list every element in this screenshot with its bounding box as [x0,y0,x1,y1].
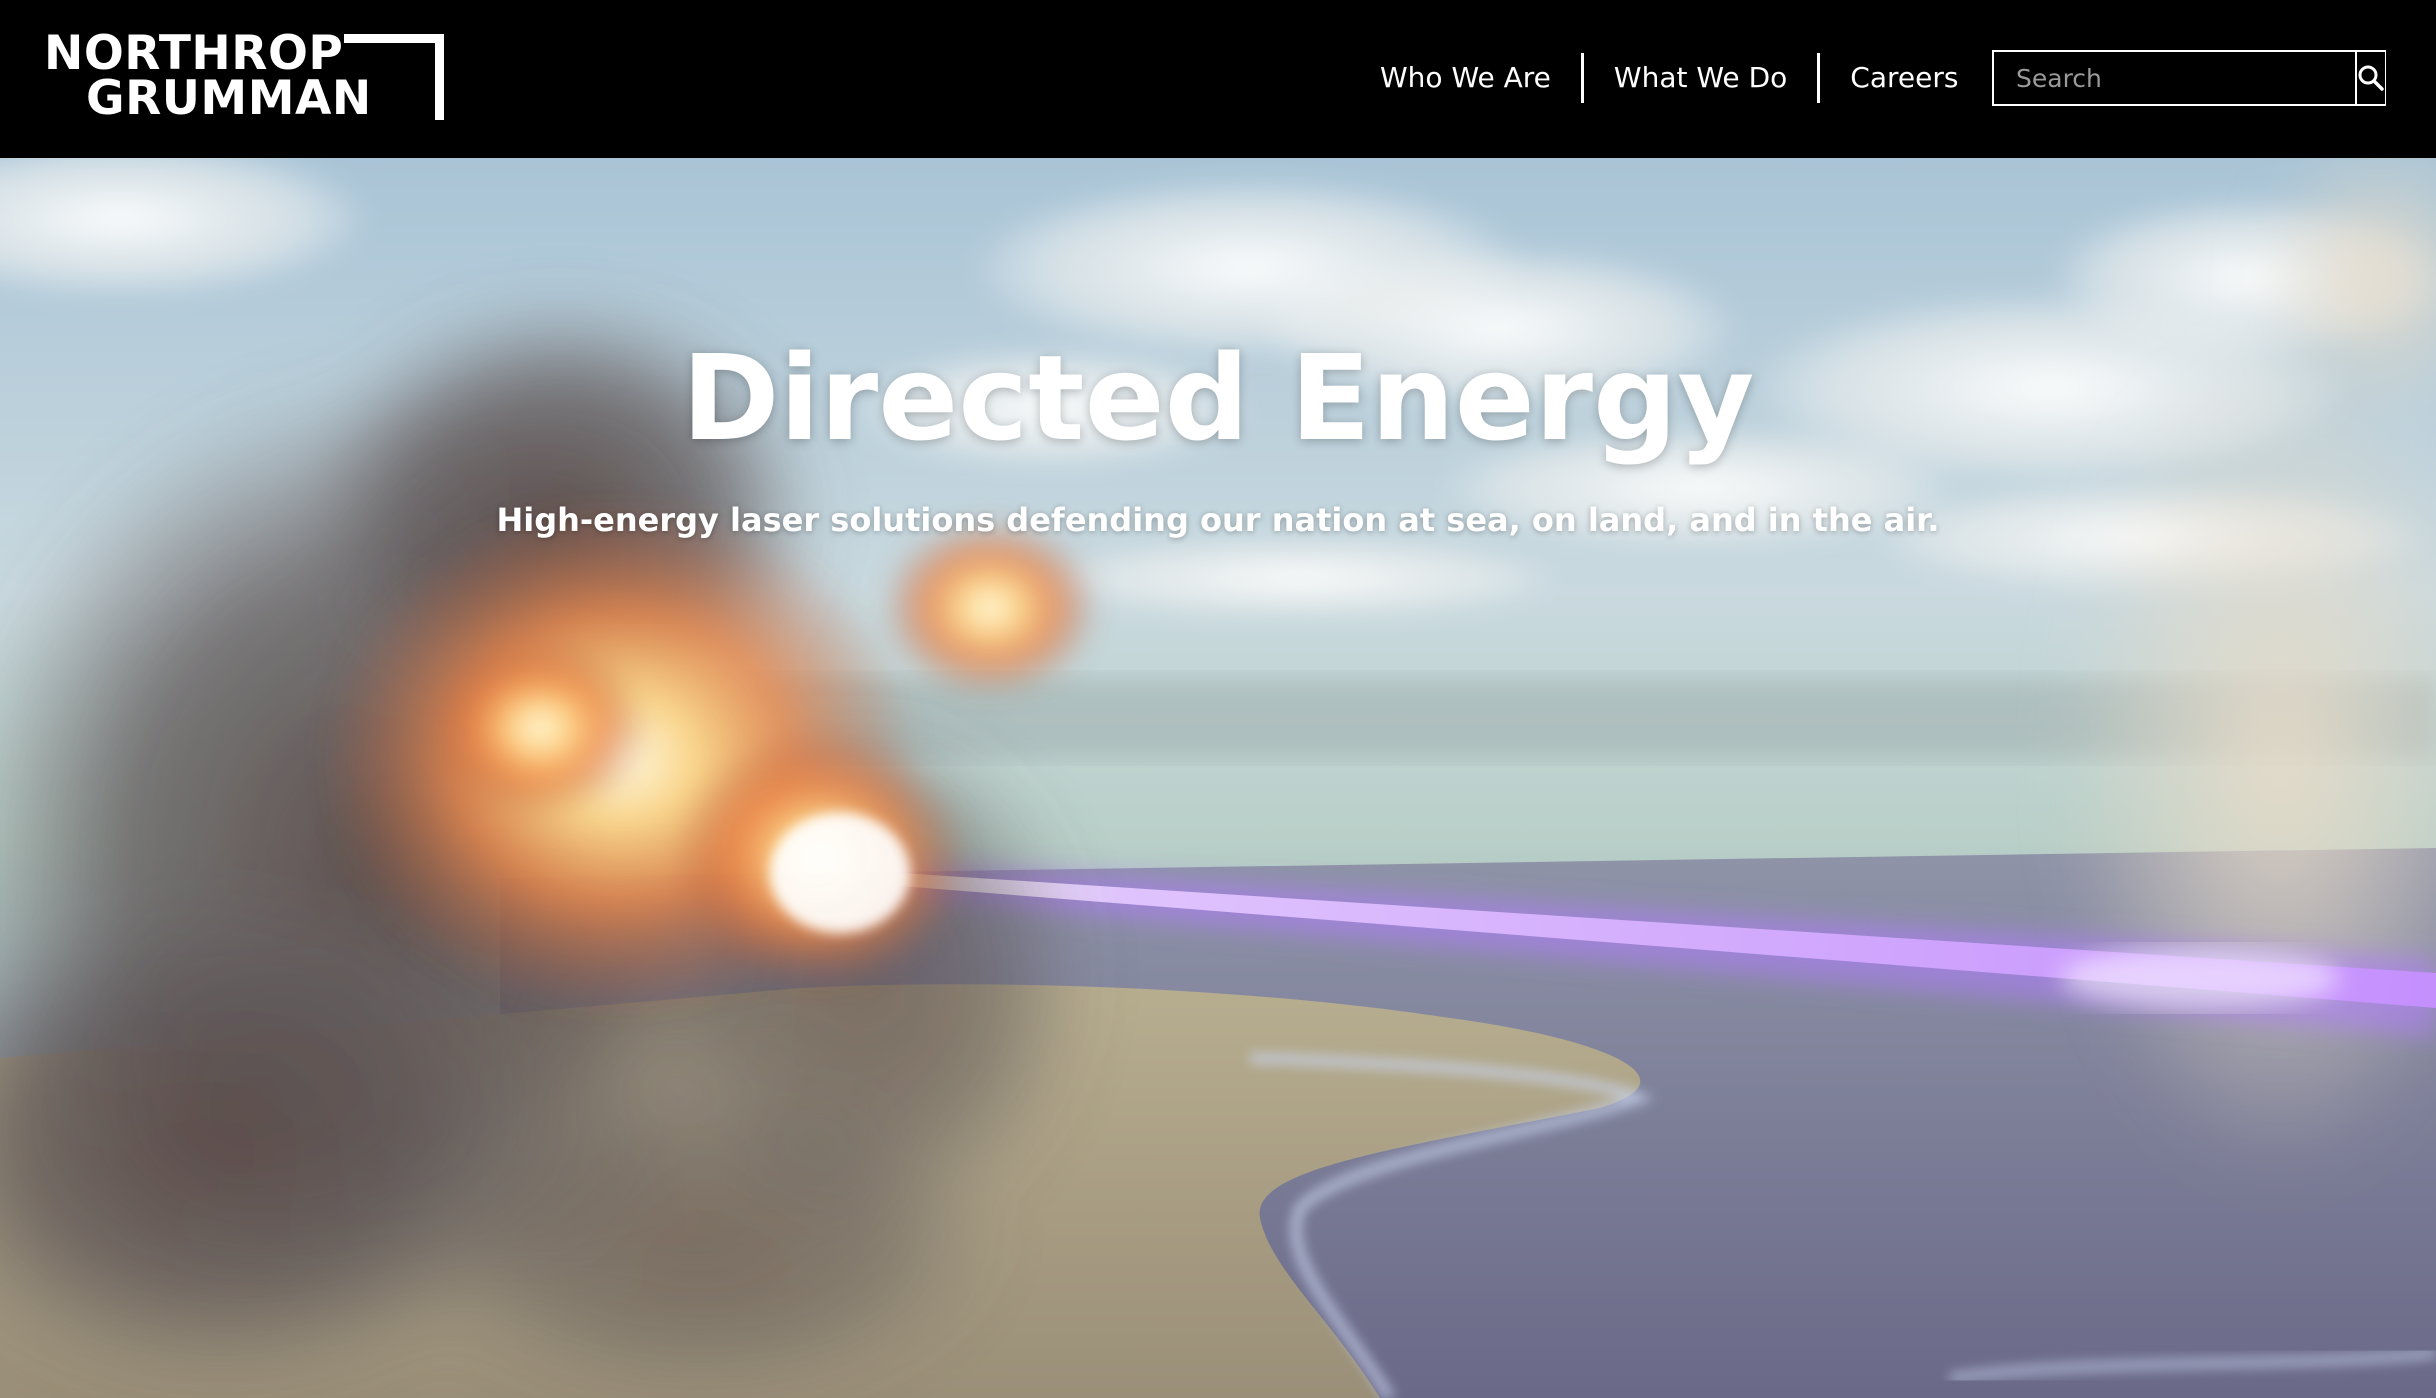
search-input[interactable] [1994,52,2355,104]
hero-banner: Directed Energy High-energy laser soluti… [0,158,2436,1398]
logo-text-line2: GRUMMAN [86,71,372,126]
nav-item-who-we-are[interactable]: Who We Are [1350,52,1581,104]
hero-subtitle: High-energy laser solutions defending ou… [496,501,1940,539]
logo-bracket-mark-side [435,34,444,120]
page: NORTHROP GRUMMAN Who We Are What We Do C… [0,0,2436,1398]
search-box [1992,50,2386,106]
nav-item-what-we-do[interactable]: What We Do [1584,52,1817,104]
logo-bracket-mark [344,34,444,43]
hero-title: Directed Energy [681,329,1755,467]
search-button[interactable] [2355,52,2385,104]
site-header: NORTHROP GRUMMAN Who We Are What We Do C… [0,0,2436,158]
northrop-grumman-logo[interactable]: NORTHROP GRUMMAN [44,26,444,126]
nav-item-careers[interactable]: Careers [1820,52,1988,104]
logo-text-line1: NORTHROP [44,26,344,81]
search-icon [2358,65,2384,91]
main-nav: Who We Are What We Do Careers [1350,52,1988,104]
